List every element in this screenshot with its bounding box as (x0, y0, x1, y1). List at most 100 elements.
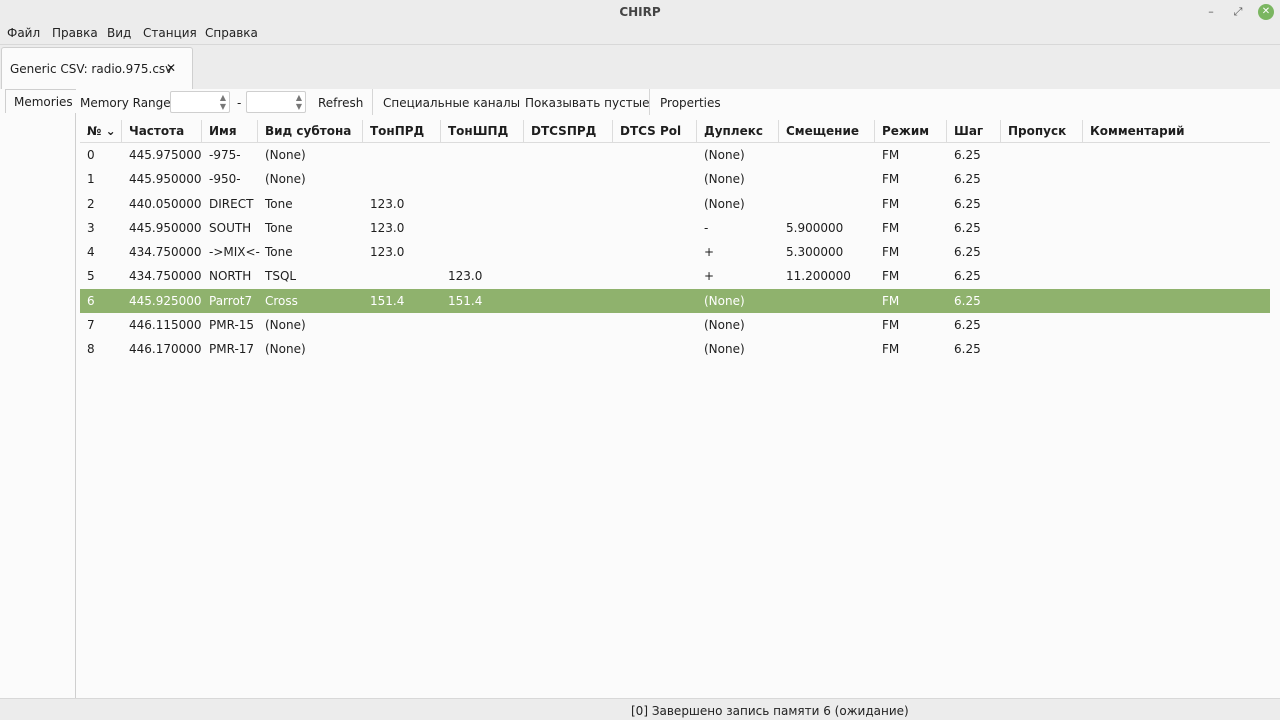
cell-tone[interactable] (363, 143, 370, 167)
cell-tone-mode[interactable]: Cross (258, 289, 298, 313)
cell-tone-sql[interactable] (441, 216, 448, 240)
minimize-icon[interactable]: – (1203, 4, 1219, 20)
cell-tone[interactable] (363, 337, 370, 361)
column-header-dtcs-pol[interactable]: DTCS Pol (613, 120, 697, 142)
cell-dtcs-pol[interactable] (613, 143, 620, 167)
cell-tone-mode[interactable]: (None) (258, 167, 306, 191)
cell-frequency[interactable]: 445.925000 (122, 289, 202, 313)
cell-frequency[interactable]: 445.950000 (122, 167, 202, 191)
cell-tone-mode[interactable]: Tone (258, 240, 293, 264)
cell-tone[interactable]: 123.0 (363, 240, 404, 264)
show-empty-button[interactable]: Показывать пустые (525, 96, 650, 110)
special-channels-button[interactable]: Специальные каналы (383, 96, 520, 110)
cell-tone-mode[interactable]: (None) (258, 337, 306, 361)
cell-step[interactable]: 6.25 (947, 167, 981, 191)
cell-step[interactable]: 6.25 (947, 240, 981, 264)
column-header-mode[interactable]: Режим (875, 120, 947, 142)
cell-number[interactable]: 3 (80, 216, 95, 240)
cell-tone-mode[interactable]: Tone (258, 192, 293, 216)
cell-tone-mode[interactable]: TSQL (258, 264, 296, 288)
column-header-comment[interactable]: Комментарий (1083, 120, 1270, 142)
menu-edit[interactable]: Правка (52, 26, 98, 40)
cell-comment[interactable] (1083, 192, 1090, 216)
cell-name[interactable]: SOUTH (202, 216, 251, 240)
cell-skip[interactable] (1001, 192, 1008, 216)
column-header-tone-sql[interactable]: ТонШПД (441, 120, 524, 142)
cell-frequency[interactable]: 434.750000 (122, 240, 202, 264)
cell-name[interactable]: -950- (202, 167, 241, 191)
chevron-down-icon[interactable]: ▼ (296, 103, 302, 111)
cell-tone[interactable]: 123.0 (363, 216, 404, 240)
cell-mode[interactable]: FM (875, 313, 899, 337)
cell-tone-sql[interactable] (441, 337, 448, 361)
menu-view[interactable]: Вид (107, 26, 131, 40)
cell-number[interactable]: 7 (80, 313, 95, 337)
cell-skip[interactable] (1001, 167, 1008, 191)
cell-tone[interactable]: 123.0 (363, 192, 404, 216)
cell-skip[interactable] (1001, 216, 1008, 240)
cell-tone[interactable]: 151.4 (363, 289, 404, 313)
cell-comment[interactable] (1083, 313, 1090, 337)
table-row[interactable]: 8 446.170000 PMR-17 (None) (None) FM 6.25 (80, 337, 1270, 361)
cell-mode[interactable]: FM (875, 216, 899, 240)
cell-tone-mode[interactable]: (None) (258, 143, 306, 167)
cell-duplex[interactable]: (None) (697, 337, 745, 361)
cell-name[interactable]: PMR-17 (202, 337, 254, 361)
cell-number[interactable]: 8 (80, 337, 95, 361)
table-row[interactable]: 1 445.950000 -950- (None) (None) FM 6.25 (80, 167, 1270, 191)
range-start-spinner[interactable]: ▲ ▼ (170, 91, 230, 113)
cell-duplex[interactable]: (None) (697, 143, 745, 167)
cell-dtcs-pol[interactable] (613, 216, 620, 240)
cell-name[interactable]: Parrot7 (202, 289, 252, 313)
cell-mode[interactable]: FM (875, 167, 899, 191)
cell-skip[interactable] (1001, 240, 1008, 264)
cell-step[interactable]: 6.25 (947, 289, 981, 313)
cell-number[interactable]: 2 (80, 192, 95, 216)
cell-mode[interactable]: FM (875, 264, 899, 288)
cell-dtcs-pol[interactable] (613, 192, 620, 216)
cell-tone-sql[interactable]: 123.0 (441, 264, 482, 288)
cell-name[interactable]: ->MIX<- (202, 240, 260, 264)
properties-button[interactable]: Properties (660, 96, 721, 110)
cell-tone[interactable] (363, 313, 370, 337)
cell-name[interactable]: PMR-15 (202, 313, 254, 337)
cell-step[interactable]: 6.25 (947, 143, 981, 167)
cell-comment[interactable] (1083, 337, 1090, 361)
cell-duplex[interactable]: (None) (697, 289, 745, 313)
chevron-down-icon[interactable]: ▼ (220, 103, 226, 111)
cell-comment[interactable] (1083, 167, 1090, 191)
cell-comment[interactable] (1083, 216, 1090, 240)
maximize-icon[interactable]: ⤢ (1230, 4, 1246, 20)
cell-frequency[interactable]: 446.115000 (122, 313, 202, 337)
cell-offset[interactable] (779, 192, 786, 216)
cell-step[interactable]: 6.25 (947, 264, 981, 288)
cell-tone-sql[interactable]: 151.4 (441, 289, 482, 313)
cell-dtcs-code[interactable] (524, 167, 531, 191)
cell-frequency[interactable]: 446.170000 (122, 337, 202, 361)
cell-skip[interactable] (1001, 337, 1008, 361)
cell-frequency[interactable]: 434.750000 (122, 264, 202, 288)
column-header-number[interactable]: № ⌄ (80, 120, 122, 142)
cell-dtcs-pol[interactable] (613, 337, 620, 361)
cell-duplex[interactable]: (None) (697, 313, 745, 337)
cell-frequency[interactable]: 445.975000 (122, 143, 202, 167)
cell-dtcs-code[interactable] (524, 337, 531, 361)
cell-offset[interactable] (779, 143, 786, 167)
table-row[interactable]: 0 445.975000 -975- (None) (None) FM 6.25 (80, 143, 1270, 167)
cell-comment[interactable] (1083, 240, 1090, 264)
column-header-name[interactable]: Имя (202, 120, 258, 142)
cell-tone-mode[interactable]: Tone (258, 216, 293, 240)
cell-mode[interactable]: FM (875, 143, 899, 167)
cell-skip[interactable] (1001, 264, 1008, 288)
file-tab[interactable]: Generic CSV: radio.975.csv ✕ (1, 47, 193, 90)
menu-help[interactable]: Справка (205, 26, 258, 40)
cell-tone-sql[interactable] (441, 167, 448, 191)
memory-table[interactable]: № ⌄ Частота Имя Вид субтона ТонПРД ТонШП… (80, 120, 1270, 362)
column-header-dtcs-code[interactable]: DTCSПРД (524, 120, 613, 142)
cell-duplex[interactable]: + (697, 240, 714, 264)
cell-frequency[interactable]: 445.950000 (122, 216, 202, 240)
cell-offset[interactable] (779, 289, 786, 313)
column-header-step[interactable]: Шаг (947, 120, 1001, 142)
column-header-frequency[interactable]: Частота (122, 120, 202, 142)
cell-step[interactable]: 6.25 (947, 216, 981, 240)
